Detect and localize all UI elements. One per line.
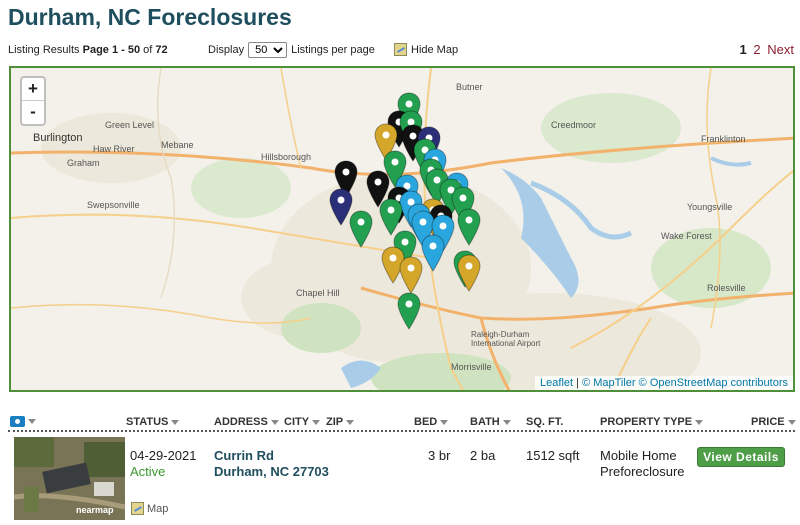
map-marker-icon[interactable] — [397, 292, 421, 330]
caret-down-icon — [787, 419, 796, 425]
listing-table-header: STATUS ADDRESS CITY ZIP BED BATH SQ. FT.… — [8, 412, 796, 432]
photo-column-header[interactable] — [10, 416, 36, 427]
per-page-select[interactable]: 50 — [248, 42, 288, 58]
price-column-header[interactable]: PRICE — [751, 416, 796, 428]
zoom-out-button[interactable]: - — [22, 101, 44, 124]
bath-column-header[interactable]: BATH — [470, 416, 511, 428]
thumbnail-brand: nearmap — [76, 505, 114, 515]
map-place-label: Haw River — [93, 144, 135, 154]
map-place-label: Wake Forest — [661, 231, 712, 241]
hide-map-button[interactable]: Hide Map — [394, 43, 458, 56]
map-place-label: Creedmoor — [551, 120, 597, 130]
row-map-link[interactable]: Map — [131, 502, 168, 515]
page-title: Durham, NC Foreclosures — [8, 4, 292, 30]
map-place-label: Green Level — [105, 120, 155, 130]
display-per-page: Display 50 Listings per page — [208, 42, 375, 58]
map-attribution: Leaflet | © MapTiler © OpenStreetMap con… — [535, 376, 793, 390]
view-details-button[interactable]: View Details — [697, 447, 785, 467]
city-zip-link[interactable]: Durham, NC 27703 — [214, 464, 329, 480]
page-1-current: 1 — [739, 42, 747, 57]
page-2-link[interactable]: 2 — [753, 42, 760, 57]
caret-down-icon — [28, 419, 36, 424]
address-column-header[interactable]: ADDRESS — [214, 416, 279, 428]
bath-cell: 2 ba — [470, 448, 496, 463]
map-place-label: Rolesville — [707, 283, 746, 293]
map-marker-icon[interactable] — [399, 256, 423, 294]
bed-cell: 3 br — [428, 448, 451, 463]
listing-results-summary: Listing Results Page 1 - 50 of 72 — [8, 44, 168, 56]
map-place-label: Swepsonville — [87, 200, 140, 210]
next-page-link[interactable]: Next — [767, 42, 794, 57]
status-cell: 04-29-2021 Active — [130, 448, 197, 479]
sqft-column-header: SQ. FT. — [526, 416, 564, 428]
map-place-label: Burlington — [33, 132, 83, 144]
maptiler-link[interactable]: © MapTiler — [582, 377, 636, 389]
map-marker-icon[interactable] — [457, 254, 481, 292]
caret-down-icon — [270, 419, 279, 425]
caret-down-icon — [312, 419, 321, 425]
caret-down-icon — [502, 419, 511, 425]
map-icon — [131, 502, 144, 515]
address-cell[interactable]: Currin Rd Durham, NC 27703 — [214, 448, 329, 480]
camera-icon — [10, 416, 25, 427]
map-marker-icon[interactable] — [421, 234, 445, 272]
map-marker-icon[interactable] — [457, 208, 481, 246]
caret-down-icon — [171, 419, 180, 425]
osm-link[interactable]: © OpenStreetMap contributors — [639, 377, 788, 389]
map-place-label: Youngsville — [687, 202, 733, 212]
zoom-in-button[interactable]: + — [22, 78, 44, 101]
table-row: nearmap 04-29-2021 Active Currin Rd Durh… — [8, 434, 795, 524]
zoom-control: + - — [20, 76, 46, 126]
sqft-cell: 1512 sqft — [526, 448, 580, 463]
listing-toolbar: Listing Results Page 1 - 50 of 72 Displa… — [8, 42, 796, 60]
status-badge: Active — [130, 464, 166, 479]
property-type-column-header[interactable]: PROPERTY TYPE — [600, 416, 704, 428]
map-place-label: Mebane — [161, 140, 194, 150]
map-icon — [394, 43, 407, 56]
city-column-header[interactable]: CITY — [284, 416, 321, 428]
map-place-label: Butner — [456, 82, 483, 92]
listing-photo[interactable]: nearmap — [14, 437, 125, 520]
map-place-label: Franklinton — [701, 134, 746, 144]
map-place-label: Morrisville — [451, 362, 492, 372]
map-place-label: Raleigh-Durham International Airport — [471, 330, 541, 348]
caret-down-icon — [695, 419, 704, 425]
caret-down-icon — [440, 419, 449, 425]
street-link[interactable]: Currin Rd — [214, 448, 329, 464]
pagination: 1 2 Next — [740, 42, 794, 57]
caret-down-icon — [346, 419, 355, 425]
leaflet-link[interactable]: Leaflet — [540, 377, 573, 389]
listings-map[interactable]: + - Burlington Graham Hillsborough Chape… — [9, 66, 795, 392]
map-place-label: Hillsborough — [261, 152, 312, 162]
property-type-cell: Mobile Home Preforeclosure — [600, 448, 685, 479]
bed-column-header[interactable]: BED — [414, 416, 449, 428]
zip-column-header[interactable]: ZIP — [326, 416, 355, 428]
map-place-label: Graham — [67, 158, 100, 168]
map-marker-icon[interactable] — [349, 210, 373, 248]
status-column-header[interactable]: STATUS — [126, 416, 180, 428]
map-place-label: Chapel Hill — [296, 288, 340, 298]
